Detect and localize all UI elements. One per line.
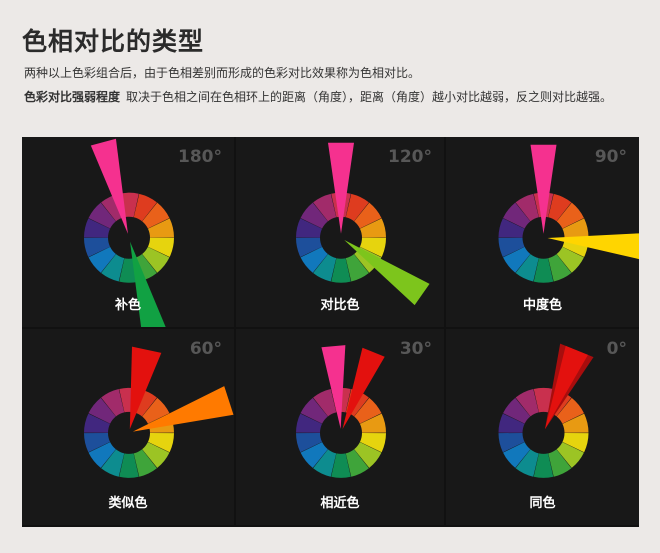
panel-contrast: 120° 对比色 [236,137,444,327]
angle-label: 180° [178,147,222,167]
description-text: 色彩对比强弱程度 取决于色相之间在色相环上的距离（角度），距离（角度）越小对比越弱… [24,88,612,105]
panel-label: 同色 [529,496,556,511]
description-rest: 取决于色相之间在色相环上的距离（角度），距离（角度）越小对比越弱，反之则对比越强… [126,90,613,104]
angle-label: 60° [189,339,222,359]
panel-analogous: 60° 类似色 [22,329,234,525]
angle-label: 90° [594,147,627,167]
panel-complementary: 180° 补色 [22,137,234,327]
color-wheel-grid: 180° 补色 120° 对比色 90° 中度色 60° 类似色 30° 相近色… [22,137,639,527]
intro-text: 两种以上色彩组合后，由于色相差别而形成的色彩对比效果称为色相对比。 [24,66,421,80]
panel-medium: 90° 中度色 [446,137,639,327]
panel-label: 相近色 [320,496,360,511]
panel-label: 类似色 [108,496,148,511]
hue-pointer [530,144,557,234]
angle-label: 30° [399,339,432,359]
hue-pointer [328,142,354,234]
panel-label: 补色 [114,298,141,313]
panel-label: 中度色 [522,298,562,313]
panel-adjacent: 30° 相近色 [236,329,444,525]
description-bold: 色彩对比强弱程度 [24,90,121,104]
panel-label: 对比色 [320,298,360,313]
angle-label: 0° [606,339,627,359]
angle-label: 120° [388,147,432,167]
page-title: 色相对比的类型 [22,27,205,56]
panel-same: 0° 同色 [446,329,639,525]
